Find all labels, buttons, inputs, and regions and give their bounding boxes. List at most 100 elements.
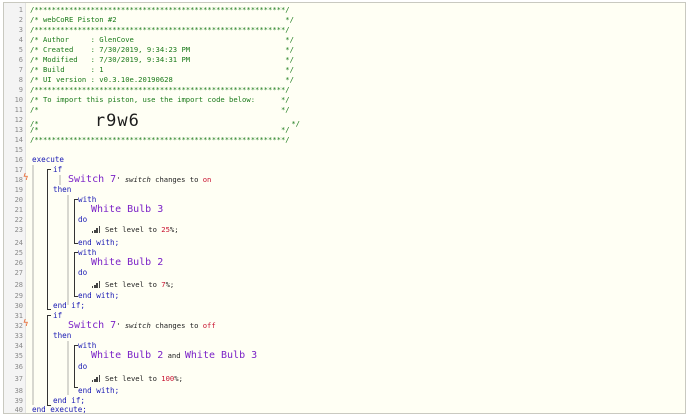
execute-keyword[interactable]: execute	[32, 155, 64, 165]
comment-line: /***************************************…	[30, 135, 290, 144]
comment-line: /***************************************…	[30, 25, 290, 34]
signal-bars-icon	[92, 375, 101, 382]
device-name: White Bulb 3	[91, 204, 164, 215]
device-name: White Bulb 2	[91, 257, 164, 268]
line-number: 3	[18, 26, 23, 34]
line-number: 9	[18, 86, 23, 94]
line-number: 22	[14, 216, 23, 224]
if-keyword[interactable]: if	[53, 311, 62, 321]
level-value: 25	[161, 225, 170, 234]
then-keyword[interactable]: then	[53, 185, 71, 195]
level-unit: %;	[174, 374, 183, 383]
with-device-2[interactable]: White Bulb 2	[91, 256, 163, 270]
then-guide	[67, 341, 69, 395]
comment-line: /* To import this piston, use the import…	[30, 95, 290, 104]
trigger-attribute: switch	[124, 321, 151, 330]
code-area: /***************************************…	[30, 3, 685, 415]
comment-line: /* UI version : v0.3.10e.20190628 */	[30, 75, 294, 84]
bracket-bottom	[47, 309, 51, 310]
line-number: 35	[14, 352, 23, 360]
signal-bars-icon	[92, 281, 101, 288]
line-number: 21	[14, 206, 23, 214]
action-label: Set level to	[105, 225, 157, 234]
comment-line: /* Build : 1 */	[30, 65, 294, 74]
line-number: 27	[14, 269, 23, 277]
comment-line: /* */	[30, 125, 290, 134]
with-bracket	[74, 345, 75, 387]
with-device-1[interactable]: White Bulb 3	[91, 203, 163, 217]
line-number: 18	[14, 176, 23, 184]
level-value: 100	[161, 374, 175, 383]
line-number: 8	[18, 76, 23, 84]
line-number: 25	[14, 249, 23, 257]
end-with-keyword[interactable]: end with;	[78, 291, 119, 301]
line-number: 4	[18, 36, 23, 44]
with-bracket	[74, 199, 75, 243]
comment-line: /* Created : 7/30/2019, 9:34:23 PM */	[30, 45, 294, 54]
line-number: 24	[14, 239, 23, 247]
level-unit: %;	[169, 225, 179, 234]
comment-line: /* webCoRE Piston #2 */	[30, 15, 294, 24]
end-with-keyword[interactable]: end with;	[78, 238, 119, 248]
if-bracket	[47, 315, 48, 405]
comment-line: /***************************************…	[30, 85, 290, 94]
action-label: Set level to	[105, 280, 157, 289]
trigger-operator: changes to	[155, 175, 199, 184]
line-number: 32	[14, 322, 23, 330]
if-bracket	[47, 169, 48, 309]
comment-line: /* Author : GlenCove */	[30, 35, 294, 44]
execute-guide	[32, 165, 34, 405]
do-keyword[interactable]: do	[78, 362, 87, 372]
with-device-3[interactable]: White Bulb 2 and White Bulb 3	[91, 349, 257, 363]
line-number: 38	[14, 387, 23, 395]
line-number: 10	[14, 96, 23, 104]
line-number: 19	[14, 186, 23, 194]
trigger-condition-1[interactable]: Switch 7' switch changes to on	[68, 173, 211, 187]
piston-code-view: 1 2 3 4 5 6 7 8 9 10 11 12 13 14 15 16 17 18 19 20 21 22 23 24 2…	[3, 2, 686, 414]
line-number: 14	[14, 136, 23, 144]
line-number: 30	[14, 302, 23, 310]
line-number: 6	[18, 56, 23, 64]
action-set-level-2[interactable]: Set level to 7%;	[92, 280, 174, 290]
line-number: 7	[18, 66, 23, 74]
comment-line: /* Modified : 7/30/2019, 9:34:31 PM */	[30, 55, 294, 64]
trigger-device: Switch 7	[68, 174, 117, 185]
do-keyword[interactable]: do	[78, 215, 87, 225]
comment-line: /***************************************…	[30, 5, 290, 14]
then-guide	[67, 195, 69, 305]
level-unit: %;	[165, 280, 175, 289]
line-number: 2	[18, 16, 23, 24]
line-number: 11	[14, 106, 23, 114]
end-if-keyword[interactable]: end if;	[53, 301, 85, 311]
line-number: 26	[14, 259, 23, 267]
end-execute-keyword[interactable]: end execute;	[32, 405, 87, 415]
trigger-operator: changes to	[155, 321, 199, 330]
line-number: 20	[14, 196, 23, 204]
action-label: Set level to	[105, 374, 157, 383]
trigger-condition-2[interactable]: Switch 7' switch changes to off	[68, 319, 216, 333]
line-number: 17	[14, 166, 23, 174]
action-set-level-3[interactable]: Set level to 100%;	[92, 374, 183, 384]
trigger-device: Switch 7	[68, 320, 117, 331]
line-number: 28	[14, 281, 23, 289]
device-name: White Bulb 3	[184, 350, 258, 361]
end-with-keyword[interactable]: end with;	[78, 386, 119, 396]
line-number-gutter: 1 2 3 4 5 6 7 8 9 10 11 12 13 14 15 16 17 18 19 20 21 22 23 24 2…	[4, 3, 26, 414]
line-number: 16	[14, 156, 23, 164]
action-set-level-1[interactable]: Set level to 25%;	[92, 225, 179, 235]
signal-bars-icon	[92, 226, 101, 233]
line-number: 37	[14, 375, 23, 383]
do-keyword[interactable]: do	[78, 268, 87, 278]
condition-guide	[59, 175, 61, 185]
line-number: 1	[18, 6, 23, 14]
then-keyword[interactable]: then	[53, 331, 71, 341]
if-keyword[interactable]: if	[53, 165, 62, 175]
line-number: 40	[14, 406, 23, 414]
trigger-tick: '	[116, 175, 121, 184]
line-number: 23	[14, 226, 23, 234]
lightning-bolt-icon: ϟ	[23, 173, 29, 183]
line-number: 31	[14, 312, 23, 320]
line-number: 34	[14, 342, 23, 350]
line-number: 36	[14, 363, 23, 371]
line-number: 12	[14, 116, 23, 124]
